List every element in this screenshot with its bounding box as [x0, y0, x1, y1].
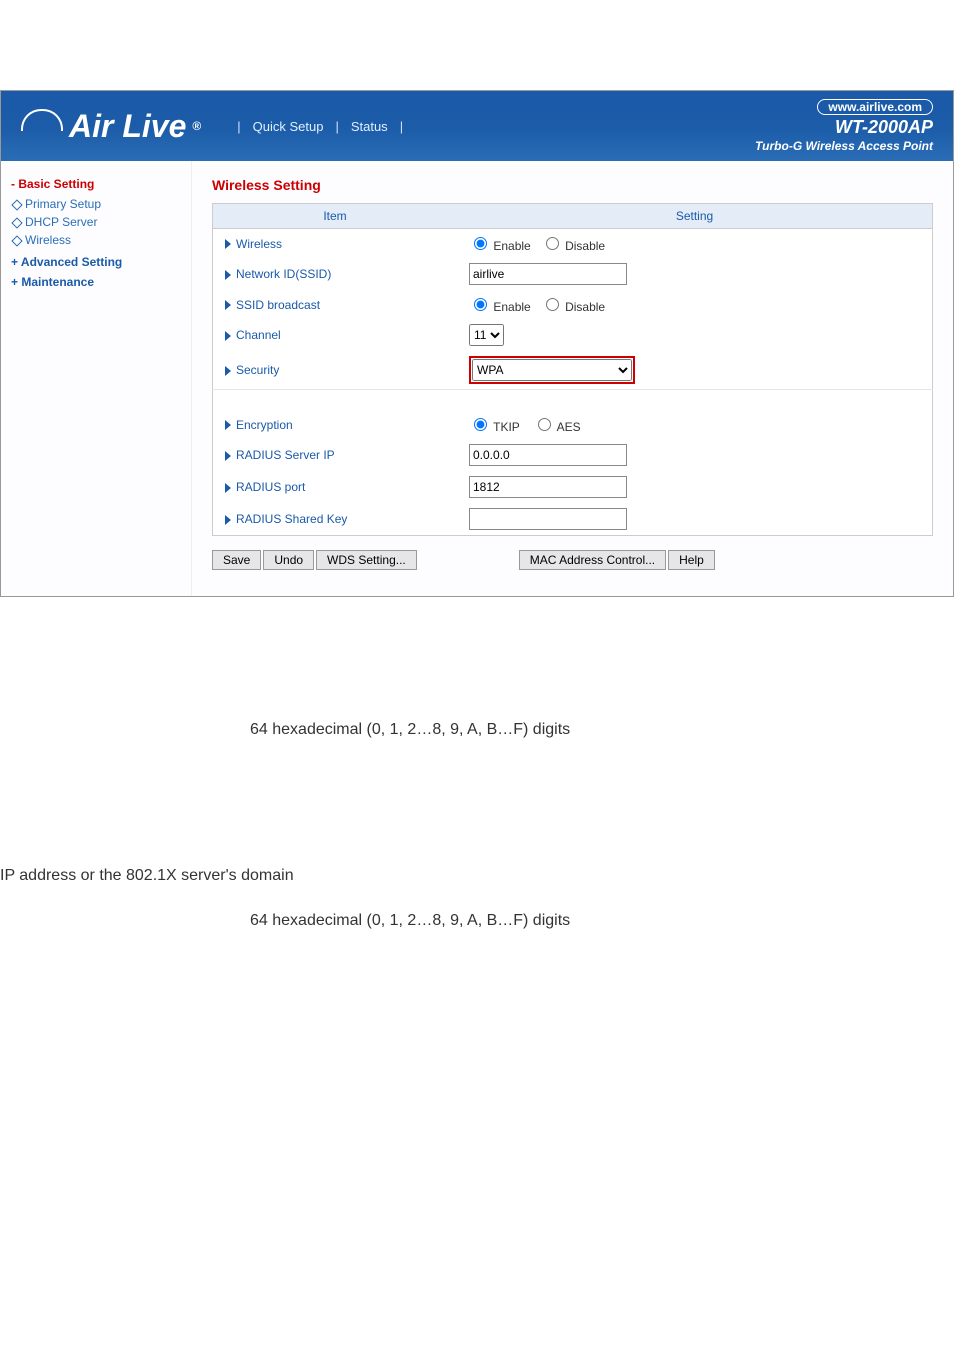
wireless-enable-option[interactable]: Enable — [469, 239, 531, 253]
mac-address-control-button[interactable]: MAC Address Control... — [519, 550, 666, 570]
content-area: Wireless Setting Item Setting Wireless E… — [192, 161, 953, 596]
triangle-icon — [225, 300, 231, 310]
url-pill: www.airlive.com — [817, 99, 933, 115]
wireless-disable-text: Disable — [565, 239, 605, 253]
radius-ip-input[interactable] — [469, 444, 627, 466]
triangle-icon — [225, 239, 231, 249]
wireless-enable-text: Enable — [493, 239, 530, 253]
label-radius-key: RADIUS Shared Key — [236, 512, 347, 526]
sidebar-group-basic[interactable]: - Basic Setting — [11, 177, 181, 191]
label-radius-port: RADIUS port — [236, 480, 305, 494]
logo-registered: ® — [192, 119, 201, 133]
wds-setting-button[interactable]: WDS Setting... — [316, 550, 417, 570]
label-channel: Channel — [236, 328, 281, 342]
nav-quick-setup[interactable]: Quick Setup — [247, 119, 330, 134]
save-button[interactable]: Save — [212, 550, 261, 570]
wireless-disable-radio[interactable] — [546, 237, 559, 250]
wireless-disable-option[interactable]: Disable — [541, 239, 605, 253]
nav-status[interactable]: Status — [345, 119, 394, 134]
encryption-tkip-option[interactable]: TKIP — [469, 420, 520, 434]
col-header-setting: Setting — [457, 204, 933, 229]
radius-port-input[interactable] — [469, 476, 627, 498]
nav-separator: | — [394, 119, 409, 134]
encryption-aes-text: AES — [557, 420, 581, 434]
label-wireless: Wireless — [236, 237, 282, 251]
header-nav: | Quick Setup | Status | — [231, 119, 409, 134]
brand-logo: Air Live ® — [21, 108, 201, 145]
header-bar: Air Live ® | Quick Setup | Status | www.a… — [1, 91, 953, 161]
nav-separator: | — [231, 119, 246, 134]
ssid-disable-option[interactable]: Disable — [541, 300, 605, 314]
sidebar-group-advanced[interactable]: + Advanced Setting — [11, 255, 181, 269]
wireless-settings-table: Item Setting Wireless Enable Disable Net… — [212, 203, 933, 536]
app-window: Air Live ® | Quick Setup | Status | www.a… — [0, 90, 954, 597]
triangle-icon — [225, 270, 231, 280]
label-security: Security — [236, 363, 279, 377]
security-highlight: WPA — [469, 356, 635, 384]
product-name: WT-2000AP — [755, 117, 933, 139]
product-tagline: Turbo-G Wireless Access Point — [755, 139, 933, 153]
ssid-disable-text: Disable — [565, 300, 605, 314]
logo-arc-icon — [21, 109, 63, 131]
col-header-item: Item — [213, 204, 458, 229]
label-network-id: Network ID(SSID) — [236, 267, 331, 281]
ip-domain-note: IP address or the 802.1X server's domain — [0, 863, 954, 889]
label-radius-ip: RADIUS Server IP — [236, 448, 335, 462]
triangle-icon — [225, 331, 231, 341]
undo-button[interactable]: Undo — [263, 550, 314, 570]
nav-separator: | — [329, 119, 344, 134]
header-right: www.airlive.com WT-2000AP Turbo-G Wirele… — [755, 99, 933, 153]
label-ssid-broadcast: SSID broadcast — [236, 298, 320, 312]
sidebar-group-maintenance[interactable]: + Maintenance — [11, 275, 181, 289]
ssid-disable-radio[interactable] — [546, 298, 559, 311]
sidebar-item-dhcp-server[interactable]: DHCP Server — [11, 213, 181, 231]
triangle-icon — [225, 420, 231, 430]
encryption-aes-radio[interactable] — [538, 418, 551, 431]
logo-text: Air Live — [69, 108, 186, 145]
radius-key-input[interactable] — [469, 508, 627, 530]
ssid-enable-text: Enable — [493, 300, 530, 314]
security-select[interactable]: WPA — [472, 359, 632, 381]
triangle-icon — [225, 451, 231, 461]
sidebar-item-primary-setup[interactable]: Primary Setup — [11, 195, 181, 213]
network-id-input[interactable] — [469, 263, 627, 285]
encryption-aes-option[interactable]: AES — [533, 420, 581, 434]
channel-select[interactable]: 11 — [469, 324, 504, 346]
triangle-icon — [225, 366, 231, 376]
button-bar: Save Undo WDS Setting... MAC Address Con… — [212, 550, 933, 570]
encryption-tkip-radio[interactable] — [474, 418, 487, 431]
hex-digits-note-1: 64 hexadecimal (0, 1, 2…8, 9, A, B…F) di… — [0, 717, 954, 743]
ssid-enable-radio[interactable] — [474, 298, 487, 311]
sidebar: - Basic Setting Primary Setup DHCP Serve… — [1, 161, 192, 596]
label-encryption: Encryption — [236, 418, 293, 432]
below-text-area: 64 hexadecimal (0, 1, 2…8, 9, A, B…F) di… — [0, 717, 954, 934]
encryption-tkip-text: TKIP — [493, 420, 519, 434]
hex-digits-note-2: 64 hexadecimal (0, 1, 2…8, 9, A, B…F) di… — [0, 908, 954, 934]
triangle-icon — [225, 483, 231, 493]
wireless-enable-radio[interactable] — [474, 237, 487, 250]
triangle-icon — [225, 515, 231, 525]
help-button[interactable]: Help — [668, 550, 715, 570]
sidebar-item-wireless[interactable]: Wireless — [11, 231, 181, 249]
ssid-enable-option[interactable]: Enable — [469, 300, 531, 314]
page-title: Wireless Setting — [212, 177, 933, 193]
